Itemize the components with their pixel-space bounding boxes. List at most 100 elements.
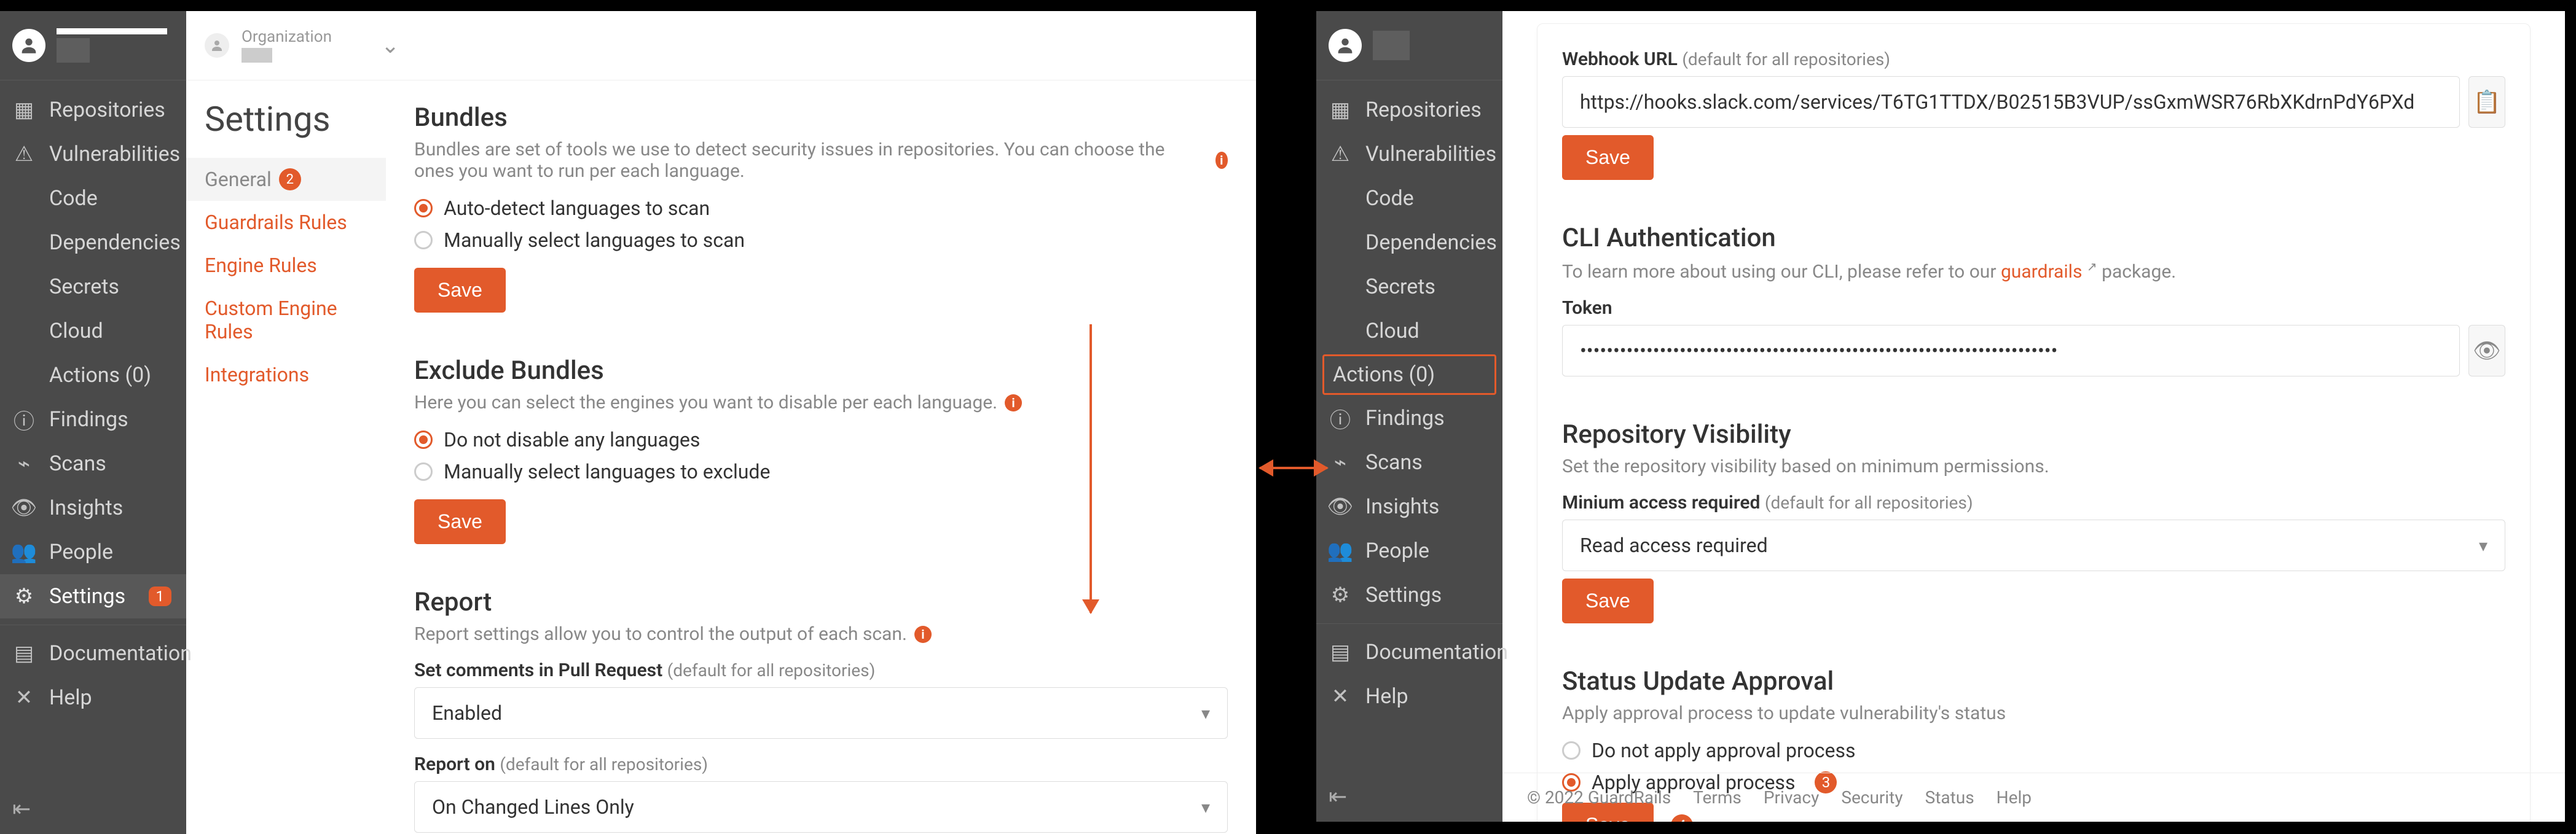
guardrails-link[interactable]: guardrails [2001, 261, 2082, 283]
org-redacted [1373, 31, 1410, 60]
sidebar-item-documentation[interactable]: ▤Documentation [0, 631, 186, 676]
info-icon: ⓘ [1331, 409, 1349, 427]
settings-card: Webhook URL (default for all repositorie… [1537, 23, 2531, 822]
sidebar-item-repositories[interactable]: ▦Repositories [1316, 88, 1502, 132]
sidebar-item-dependencies[interactable]: Dependencies [0, 220, 186, 265]
sidebar-item-help[interactable]: ✕Help [0, 676, 186, 720]
org-name-redacted [57, 28, 167, 34]
exclude-section: Exclude Bundles Here you can select the … [414, 356, 1228, 544]
sidebar-item-people[interactable]: 👥People [0, 530, 186, 574]
tab-guardrails-rules[interactable]: Guardrails Rules [186, 201, 386, 244]
exclude-opt-manual[interactable]: Manually select languages to exclude [414, 460, 1228, 483]
radio-icon [414, 231, 433, 249]
bundles-opt-manual[interactable]: Manually select languages to scan [414, 228, 1228, 252]
sidebar-item-code[interactable]: Code [0, 176, 186, 220]
access-select[interactable]: Read access required [1562, 520, 2505, 571]
people-icon: 👥 [1331, 542, 1349, 560]
info-icon: ⓘ [15, 410, 33, 429]
cli-section: CLI Authentication To learn more about u… [1562, 223, 2505, 376]
save-button[interactable]: Save [414, 268, 506, 313]
sidebar-item-documentation[interactable]: ▤Documentation [1316, 630, 1502, 674]
sidebar-item-settings[interactable]: ⚙Settings [1316, 573, 1502, 617]
report-section: Report Report settings allow you to cont… [414, 587, 1228, 834]
save-button[interactable]: Save [1562, 135, 1654, 180]
visibility-title: Repository Visibility [1562, 419, 2505, 450]
exclude-opt-none[interactable]: Do not disable any languages [414, 428, 1228, 451]
info-icon[interactable]: i [1005, 394, 1022, 411]
info-icon[interactable]: i [1215, 152, 1228, 169]
sidebar-item-scans[interactable]: ⌁Scans [0, 442, 186, 486]
clipboard-icon: 📋 [2473, 89, 2501, 115]
reporton-select[interactable]: On Changed Lines Only [414, 781, 1228, 833]
sidebar-item-repositories[interactable]: ▦Repositories [0, 88, 186, 132]
gear-icon: ⚙ [1331, 586, 1349, 604]
status-opt-none[interactable]: Do not apply approval process [1562, 739, 2505, 762]
sidebar-item-findings[interactable]: ⓘFindings [0, 397, 186, 442]
sidebar-item-findings[interactable]: ⓘFindings [1316, 396, 1502, 440]
collapse-icon[interactable]: ⇤ [1329, 784, 1347, 809]
warning-icon: ⚠ [15, 145, 33, 163]
sidebar-item-code[interactable]: Code [1316, 176, 1502, 220]
footer-link-terms[interactable]: Terms [1693, 787, 1742, 808]
help-icon: ✕ [15, 688, 33, 707]
tab-engine-rules[interactable]: Engine Rules [186, 244, 386, 287]
sidebar-item-people[interactable]: 👥People [1316, 529, 1502, 573]
eye-icon: 👁 [15, 499, 33, 517]
page-title: Settings [186, 99, 386, 158]
footer-link-privacy[interactable]: Privacy [1764, 787, 1819, 808]
sidebar-item-help[interactable]: ✕Help [1316, 674, 1502, 719]
save-button[interactable]: Save [414, 499, 506, 544]
sidebar-item-scans[interactable]: ⌁Scans [1316, 440, 1502, 485]
copy-button[interactable]: 📋 [2468, 76, 2505, 128]
gear-icon: ⚙ [15, 587, 33, 606]
sidebar-item-cloud[interactable]: Cloud [1316, 309, 1502, 353]
exclude-title: Exclude Bundles [414, 356, 1228, 386]
bundles-opt-auto[interactable]: Auto-detect languages to scan [414, 197, 1228, 220]
comments-select[interactable]: Enabled [414, 687, 1228, 739]
token-input[interactable]: ••••••••••••••••••••••••••••••••••••••••… [1562, 325, 2460, 376]
chevron-down-icon[interactable]: ⌄ [381, 33, 399, 58]
sidebar-item-vulnerabilities[interactable]: ⚠Vulnerabilities [0, 132, 186, 176]
bundles-section: Bundles Bundles are set of tools we use … [414, 103, 1228, 313]
org-sub-redacted [57, 38, 90, 63]
annotation-arrow-down [1090, 324, 1092, 613]
sidebar-item-settings[interactable]: ⚙Settings1 [0, 574, 186, 618]
external-link-icon: ↗ [2087, 259, 2097, 274]
save-button[interactable]: Save [1562, 579, 1654, 623]
doc-icon: ▤ [15, 644, 33, 663]
sidebar-item-actions[interactable]: Actions (0) [1322, 354, 1496, 395]
info-icon[interactable]: i [914, 626, 932, 643]
radio-checked-icon [414, 199, 433, 217]
radio-icon [1562, 741, 1581, 760]
people-icon: 👥 [15, 543, 33, 561]
webhook-url-input[interactable]: https://hooks.slack.com/services/T6TG1TT… [1562, 76, 2460, 128]
sidebar-item-vulnerabilities[interactable]: ⚠Vulnerabilities [1316, 132, 1502, 176]
footer-link-help[interactable]: Help [1997, 787, 2032, 808]
footer-link-status[interactable]: Status [1925, 787, 1974, 808]
sidebar-item-cloud[interactable]: Cloud [0, 309, 186, 353]
footer-link-security[interactable]: Security [1841, 787, 1903, 808]
eye-icon: 👁 [1331, 497, 1349, 516]
sidebar-item-dependencies[interactable]: Dependencies [1316, 220, 1502, 265]
tab-integrations[interactable]: Integrations [186, 353, 386, 396]
rss-icon: ⌁ [1331, 453, 1349, 472]
settings-badge: 1 [149, 587, 172, 606]
annotation-arrow-right [1260, 467, 1327, 469]
sidebar-item-actions[interactable]: Actions (0) [0, 353, 186, 397]
sidebar-item-insights[interactable]: 👁Insights [1316, 485, 1502, 529]
collapse-icon[interactable]: ⇤ [12, 796, 31, 822]
avatar[interactable] [1329, 29, 1362, 62]
sidebar-item-secrets[interactable]: Secrets [0, 265, 186, 309]
sidebar-item-secrets[interactable]: Secrets [1316, 265, 1502, 309]
general-pill: 2 [279, 168, 301, 190]
sidebar-item-insights[interactable]: 👁Insights [0, 486, 186, 530]
bundles-title: Bundles [414, 103, 1228, 133]
cli-title: CLI Authentication [1562, 223, 2505, 253]
avatar[interactable] [12, 29, 45, 62]
webhook-section: Webhook URL (default for all repositorie… [1562, 49, 2505, 180]
tab-general[interactable]: General2 [186, 158, 386, 201]
copyright: © 2022 GuardRails [1527, 787, 1671, 808]
tab-custom-engine-rules[interactable]: Custom Engine Rules [186, 287, 386, 353]
reveal-button[interactable]: 👁 [2468, 325, 2505, 376]
rss-icon: ⌁ [15, 454, 33, 473]
